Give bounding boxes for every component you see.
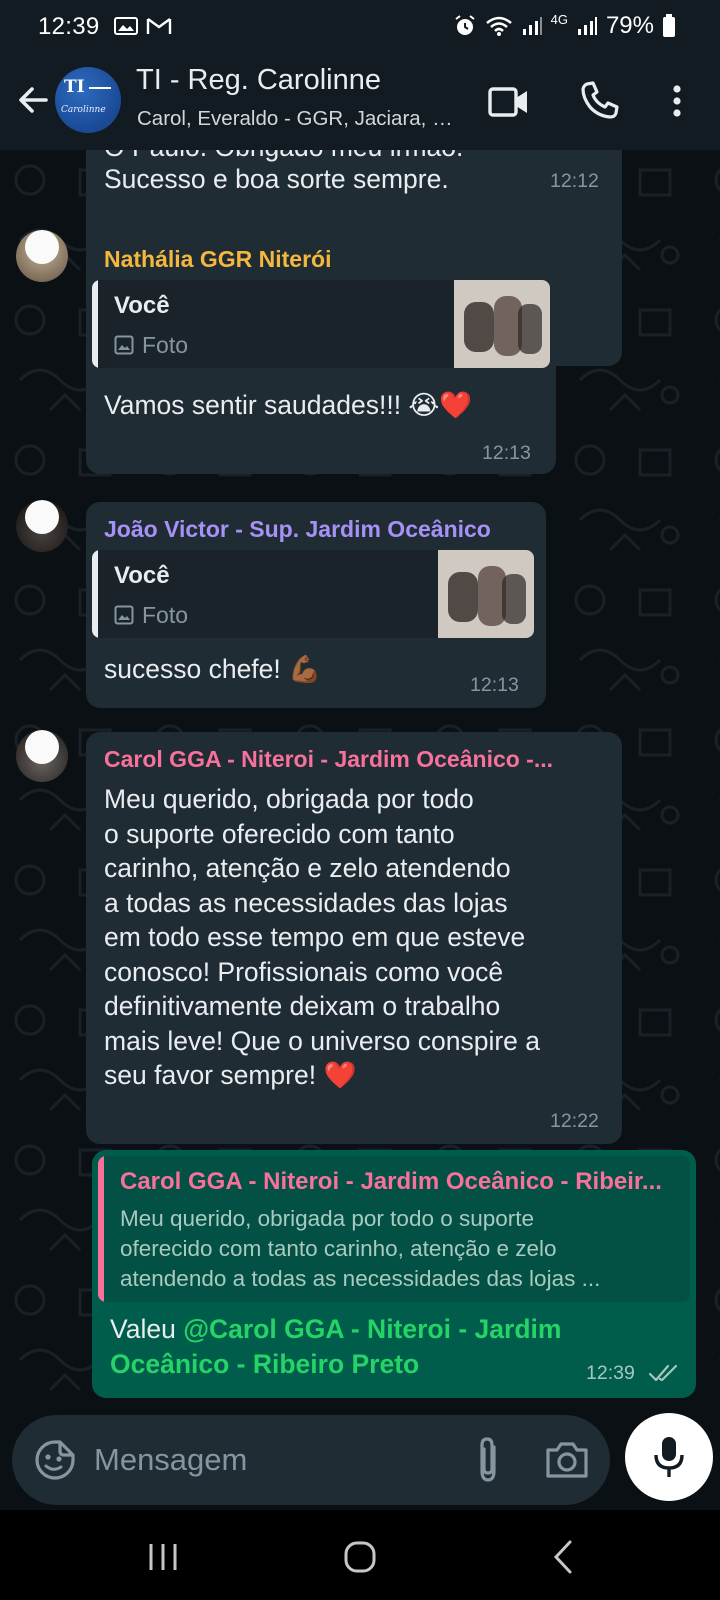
chat-header: TI Carolinne TI - Reg. Carolinne Carol, … <box>0 54 720 150</box>
quoted-photo-thumbnail <box>438 550 534 638</box>
wifi-icon <box>485 15 513 37</box>
status-time: 12:39 <box>38 13 100 40</box>
sender-name: Carol GGA - Niteroi - Jardim Oceânico -.… <box>104 746 554 772</box>
message-time: 12:22 <box>550 1110 599 1132</box>
quoted-author: Você <box>114 292 170 319</box>
message-time: 12:12 <box>550 170 599 192</box>
back-button[interactable] <box>14 80 54 120</box>
system-nav-bar <box>0 1510 720 1600</box>
message-bubble[interactable]: Nathália GGR Niterói Você Foto Vamos sen… <box>86 232 556 474</box>
more-vert-icon <box>673 85 681 117</box>
message-bubble[interactable]: Carol GGA - Niteroi - Jardim Oceânico -.… <box>86 732 622 1144</box>
back-icon <box>553 1540 572 1574</box>
message-text: Meu querido, obrigada por todo o suporte… <box>104 784 540 1090</box>
network-type: 4G <box>550 12 568 27</box>
emoji-sticker-icon <box>35 1440 75 1480</box>
signal-icon <box>576 16 598 36</box>
signal-icon <box>521 16 543 36</box>
message-bubble[interactable]: João Victor - Sup. Jardim Oceânico Você … <box>86 502 546 708</box>
mention[interactable]: Oceânico - Ribeiro Preto <box>110 1349 419 1379</box>
reply-text: Valeu @Carol GGA - Niteroi - Jardim Oceân… <box>110 1314 562 1379</box>
nav-back-button[interactable] <box>548 1538 578 1576</box>
alarm-icon <box>453 14 477 38</box>
home-icon <box>344 1541 376 1573</box>
voice-call-button[interactable] <box>578 78 622 122</box>
recents-icon <box>149 1544 177 1570</box>
home-button[interactable] <box>341 1538 379 1576</box>
photo-icon <box>114 16 138 36</box>
quoted-message[interactable]: Carol GGA - Niteroi - Jardim Oceânico - … <box>98 1156 690 1302</box>
mention[interactable]: @Carol GGA - Niteroi - Jardim <box>183 1314 561 1344</box>
quoted-message[interactable]: Você Foto <box>92 280 550 368</box>
group-avatar[interactable]: TI Carolinne <box>55 67 121 133</box>
voice-record-button[interactable] <box>625 1413 713 1501</box>
sender-name: Nathália GGR Niterói <box>104 246 332 272</box>
attach-button[interactable] <box>466 1435 510 1485</box>
camera-icon <box>546 1442 588 1478</box>
phone-icon <box>581 81 619 119</box>
attach-icon <box>480 1437 496 1482</box>
group-title[interactable]: TI - Reg. Carolinne <box>136 64 381 97</box>
quoted-media-type: Foto <box>142 602 189 628</box>
battery-icon <box>662 14 676 38</box>
message-composer <box>12 1415 610 1505</box>
sender-avatar[interactable] <box>16 500 68 552</box>
message-text: Sucesso e boa sorte sempre. <box>104 164 449 194</box>
read-receipt-icon <box>648 1364 678 1382</box>
camera-button[interactable] <box>542 1435 592 1485</box>
chat-area[interactable]: O Paulo. Obrigado meu irmão. Sucesso e b… <box>0 150 720 1410</box>
video-call-button[interactable] <box>487 80 531 124</box>
sender-avatar[interactable] <box>16 730 68 782</box>
composer-bar <box>0 1410 720 1510</box>
message-time: 12:39 <box>586 1362 635 1384</box>
quoted-text: Meu querido, obrigada por todo o suporte… <box>120 1206 601 1291</box>
battery-percent: 79% <box>605 12 654 39</box>
video-call-icon <box>488 87 527 117</box>
back-arrow-icon <box>19 87 48 113</box>
quoted-message[interactable]: Você Foto <box>92 550 534 638</box>
quoted-author: Você <box>114 562 170 589</box>
message-text: sucesso chefe! 💪🏾 <box>104 654 322 684</box>
message-text: Vamos sentir saudades!!! 😭❤️ <box>104 390 473 420</box>
image-icon <box>114 335 134 355</box>
outgoing-message-bubble[interactable]: Carol GGA - Niteroi - Jardim Oceânico - … <box>92 1150 696 1398</box>
image-icon <box>114 605 134 625</box>
message-time: 12:13 <box>470 674 519 696</box>
message-time: 12:13 <box>482 442 531 464</box>
more-options-button[interactable] <box>662 80 692 124</box>
sender-name: João Victor - Sup. Jardim Oceânico <box>104 516 491 542</box>
group-members[interactable]: Carol, Everaldo - GGR, Jaciara, João Vic… <box>137 107 455 131</box>
emoji-button[interactable] <box>32 1437 78 1483</box>
recents-button[interactable] <box>145 1540 181 1574</box>
status-bar: 12:39 4G 79% <box>0 0 720 54</box>
quoted-media-type: Foto <box>142 332 189 358</box>
quoted-author: Carol GGA - Niteroi - Jardim Oceânico - … <box>120 1168 662 1195</box>
message-input[interactable] <box>94 1435 444 1485</box>
sender-avatar[interactable] <box>16 230 68 282</box>
quoted-photo-thumbnail <box>454 280 550 368</box>
mic-icon <box>654 1437 684 1477</box>
gmail-icon <box>146 16 172 36</box>
